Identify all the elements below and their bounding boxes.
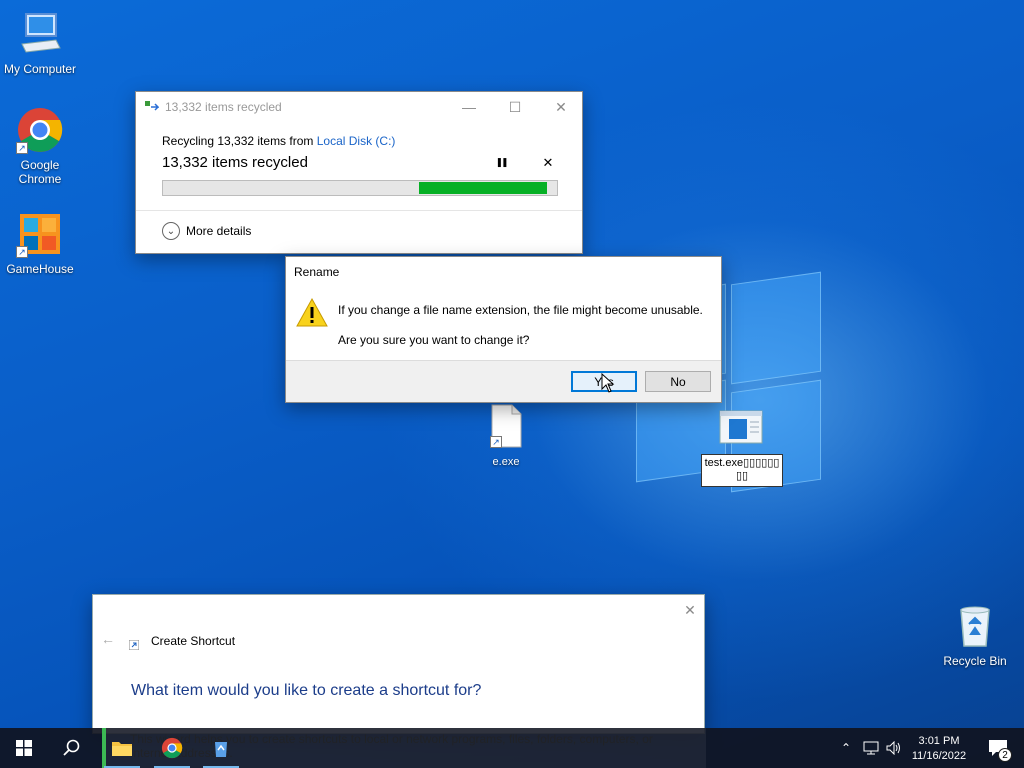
search-icon bbox=[63, 739, 80, 756]
window-title: 13,332 items recycled bbox=[165, 100, 282, 114]
shortcut-arrow-icon: ↗ bbox=[16, 246, 28, 258]
taskbar-chrome[interactable] bbox=[150, 728, 194, 768]
action-center-button[interactable]: 2 bbox=[978, 728, 1018, 768]
volume-button[interactable] bbox=[884, 728, 904, 768]
recycle-icon bbox=[215, 742, 227, 757]
notification-badge: 2 bbox=[998, 748, 1012, 762]
maximize-button: ☐ bbox=[508, 98, 522, 115]
network-button[interactable] bbox=[860, 728, 882, 768]
shortcut-arrow-icon: ↗ bbox=[16, 142, 28, 154]
taskbar-recycle-app[interactable] bbox=[199, 728, 243, 768]
recycle-progress-window: 13,332 items recycled — ☐ ✕ Recycling 13… bbox=[135, 91, 583, 254]
app-window-icon[interactable] bbox=[719, 410, 763, 444]
warning-message: If you change a file name extension, the… bbox=[338, 303, 703, 317]
filename-edit-box[interactable]: test.exe▯▯▯▯▯▯▯▯ bbox=[701, 454, 783, 487]
dialog-footer: Yes No bbox=[286, 360, 721, 402]
network-icon bbox=[863, 741, 879, 755]
chrome-icon: ↗ bbox=[16, 106, 64, 154]
chevron-up-icon: ⌃ bbox=[840, 741, 852, 755]
recycle-source-prefix: Recycling 13,332 items from bbox=[162, 134, 317, 148]
desktop-icon-label: Recycle Bin bbox=[943, 654, 1007, 668]
desktop-icon-google-chrome[interactable]: ↗ Google Chrome bbox=[0, 106, 80, 186]
wizard-overlap: This wizard helps you to create shortcut… bbox=[106, 728, 706, 768]
desktop-icon-recycle-bin[interactable]: Recycle Bin bbox=[935, 602, 1015, 668]
dialog-title: Rename bbox=[294, 265, 340, 279]
desktop-file-e-exe[interactable]: ↗ e.exe bbox=[476, 404, 536, 468]
more-details-label: More details bbox=[186, 224, 252, 238]
close-button[interactable]: ✕ bbox=[667, 595, 713, 625]
desktop-icon-label: My Computer bbox=[3, 62, 77, 76]
create-shortcut-wizard: ✕ ← Create Shortcut What item would you … bbox=[92, 594, 705, 734]
clock-time: 3:01 PM bbox=[918, 734, 960, 747]
wizard-title: Create Shortcut bbox=[151, 634, 236, 648]
warning-icon bbox=[296, 297, 328, 329]
start-button[interactable] bbox=[0, 728, 48, 768]
desktop-icon-gamehouse[interactable]: ↗ GameHouse bbox=[0, 210, 80, 276]
cancel-operation-button[interactable]: ✕ bbox=[538, 155, 558, 173]
minimize-button[interactable]: — bbox=[446, 92, 492, 122]
confirm-question: Are you sure you want to change it? bbox=[338, 333, 530, 347]
show-hidden-icons-button[interactable]: ⌃ bbox=[836, 728, 856, 768]
wizard-question: What item would you like to create a sho… bbox=[131, 682, 482, 699]
search-button[interactable] bbox=[48, 728, 96, 768]
taskbar-file-explorer[interactable] bbox=[100, 728, 144, 768]
chrome-icon bbox=[161, 737, 183, 759]
speaker-icon bbox=[886, 741, 900, 755]
desktop-icon-label: GameHouse bbox=[6, 262, 74, 276]
clock[interactable]: 3:01 PM 11/16/2022 bbox=[906, 728, 972, 768]
divider bbox=[136, 210, 582, 211]
title-bar: 13,332 items recycled — ☐ ✕ bbox=[136, 92, 582, 122]
file-label: e.exe bbox=[492, 456, 520, 468]
no-button[interactable]: No bbox=[645, 371, 711, 392]
desktop-icon-label: Google Chrome bbox=[18, 158, 62, 186]
recycle-source-text: Recycling 13,332 items from Local Disk (… bbox=[162, 134, 395, 148]
gamehouse-icon: ↗ bbox=[16, 210, 64, 258]
shortcut-arrow-icon: ↗ bbox=[490, 436, 502, 448]
computer-icon bbox=[16, 10, 64, 58]
shortcut-wizard-icon bbox=[128, 637, 140, 651]
more-details-toggle[interactable]: ⌄ More details bbox=[162, 222, 251, 240]
windows-logo-icon bbox=[16, 740, 32, 756]
mouse-cursor-icon bbox=[601, 372, 615, 393]
pause-button[interactable]: ❚❚ bbox=[491, 157, 511, 175]
file-icon: ↗ bbox=[488, 404, 524, 448]
taskbar: This wizard helps you to create shortcut… bbox=[0, 728, 1024, 768]
desktop-icon-my-computer[interactable]: My Computer bbox=[0, 10, 80, 76]
recycle-bin-icon bbox=[951, 602, 999, 650]
clock-date: 11/16/2022 bbox=[911, 749, 967, 762]
folder-icon bbox=[112, 742, 132, 756]
source-drive-link[interactable]: Local Disk (C:) bbox=[317, 134, 396, 148]
rename-warning-dialog: Rename If you change a file name extensi… bbox=[285, 256, 722, 403]
copy-icon bbox=[145, 101, 160, 113]
progress-fill bbox=[419, 182, 548, 194]
back-arrow-icon[interactable]: ← bbox=[101, 631, 115, 647]
close-button[interactable]: ✕ bbox=[538, 92, 584, 122]
recycle-progress-bar bbox=[162, 180, 558, 196]
recycle-status-text: 13,332 items recycled bbox=[162, 154, 308, 171]
chevron-down-icon: ⌄ bbox=[162, 222, 180, 240]
